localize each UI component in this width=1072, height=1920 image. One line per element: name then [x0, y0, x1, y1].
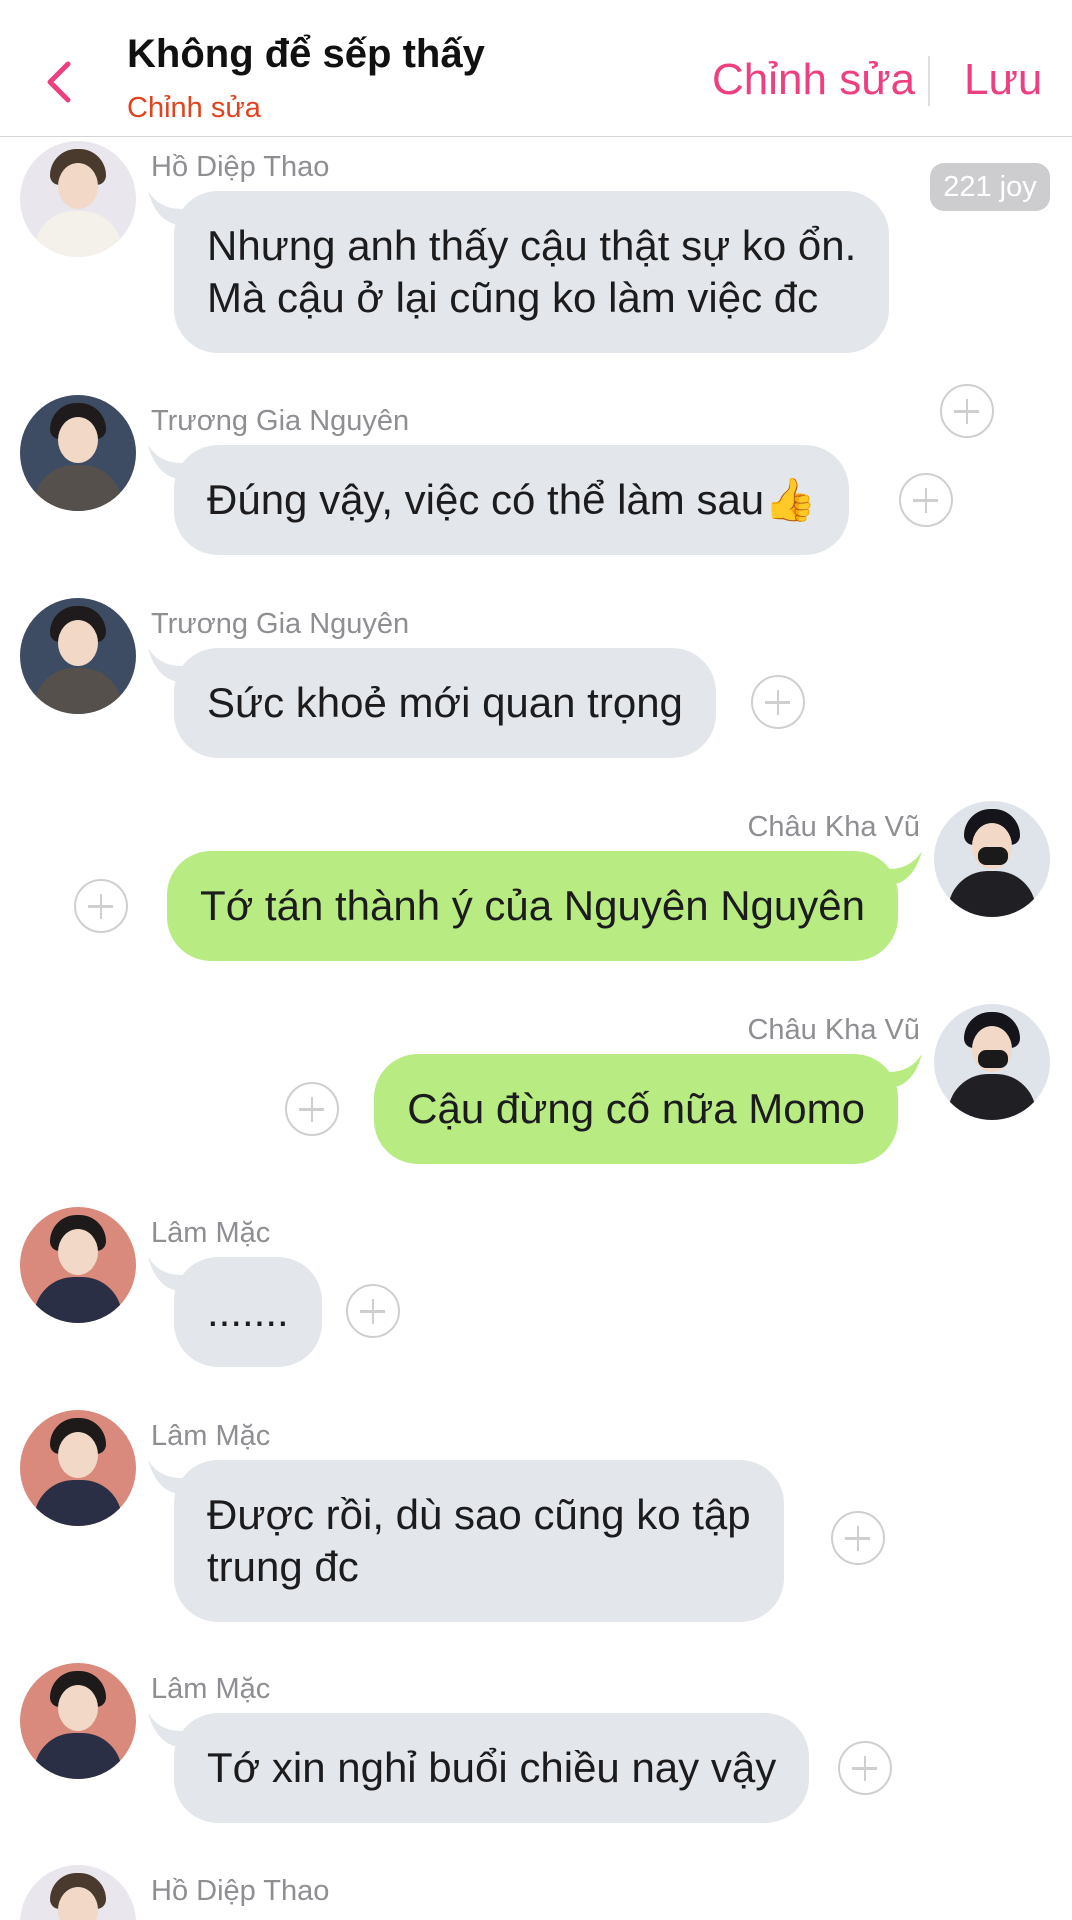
sender-name: Lâm Mặc — [151, 1673, 271, 1705]
avatar[interactable] — [20, 598, 136, 714]
sender-name: Trương Gia Nguyên — [151, 608, 410, 640]
avatar[interactable] — [20, 395, 136, 511]
sender-name: Trương Gia Nguyên — [151, 405, 410, 437]
header-divider — [928, 56, 930, 106]
sender-name: Châu Kha Vũ — [747, 1014, 920, 1046]
message-text: Tớ tán thành ý của Nguyên Nguyên — [200, 882, 865, 929]
message-bubble[interactable]: Cậu đừng cố nữa Momo — [374, 1054, 898, 1164]
message-text: Mà cậu ở lại cũng ko làm việc đc — [207, 274, 819, 321]
chevron-left-icon — [47, 61, 71, 103]
message-text: ....... — [207, 1288, 289, 1335]
edit-button[interactable]: Chỉnh sửa — [712, 55, 915, 105]
avatar[interactable] — [20, 1865, 136, 1920]
avatar[interactable] — [20, 1663, 136, 1779]
message-text: Tớ xin nghỉ buổi chiều nay vậy — [207, 1744, 777, 1791]
add-reaction-button[interactable] — [285, 1082, 339, 1136]
add-reaction-button[interactable] — [838, 1741, 892, 1795]
message-bubble[interactable]: Tớ tán thành ý của Nguyên Nguyên — [167, 851, 898, 961]
joy-badge[interactable]: 221 joy — [930, 163, 1050, 211]
message-bubble[interactable]: Nhưng anh thấy cậu thật sự ko ổn. Mà cậu… — [174, 191, 890, 353]
add-reaction-button[interactable] — [74, 879, 128, 933]
sender-name: Lâm Mặc — [151, 1217, 271, 1249]
back-button[interactable] — [28, 52, 88, 112]
message-text: trung đc — [207, 1543, 359, 1590]
avatar[interactable] — [20, 1410, 136, 1526]
save-button[interactable]: Lưu — [964, 55, 1042, 105]
avatar[interactable] — [934, 801, 1050, 917]
navigation-header: Không để sếp thấy Chỉnh sửa Chỉnh sửa Lư… — [0, 0, 1072, 137]
message-text: Được rồi, dù sao cũng ko tập — [207, 1491, 751, 1538]
message-bubble[interactable]: Tớ xin nghỉ buổi chiều nay vậy — [174, 1713, 810, 1823]
page-title: Không để sếp thấy — [127, 32, 485, 76]
add-reaction-button[interactable] — [346, 1284, 400, 1338]
message-text: Sức khoẻ mới quan trọng — [207, 679, 683, 726]
message-bubble[interactable]: Sức khoẻ mới quan trọng — [174, 648, 716, 758]
message-bubble[interactable]: ....... — [174, 1257, 322, 1367]
add-reaction-button[interactable] — [751, 675, 805, 729]
page-subtitle[interactable]: Chỉnh sửa — [127, 92, 261, 125]
sender-name: Hồ Diệp Thao — [151, 1875, 330, 1907]
sender-name: Hồ Diệp Thao — [151, 151, 330, 183]
sender-name: Lâm Mặc — [151, 1420, 271, 1452]
avatar[interactable] — [20, 1207, 136, 1323]
message-text: Nhưng anh thấy cậu thật sự ko ổn. — [207, 222, 857, 269]
message-bubble[interactable]: Đúng vậy, việc có thể làm sau👍 — [174, 445, 850, 555]
avatar[interactable] — [934, 1004, 1050, 1120]
message-text: Cậu đừng cố nữa Momo — [407, 1085, 865, 1132]
add-reaction-button[interactable] — [940, 384, 994, 438]
message-bubble[interactable]: Được rồi, dù sao cũng ko tập trung đc — [174, 1460, 784, 1622]
message-text: Đúng vậy, việc có thể làm sau👍 — [207, 476, 817, 523]
add-reaction-button[interactable] — [899, 473, 953, 527]
add-reaction-button[interactable] — [831, 1511, 885, 1565]
sender-name: Châu Kha Vũ — [747, 811, 920, 843]
chat-area[interactable]: Hồ Diệp Thao Nhưng anh thấy cậu thật sự … — [0, 0, 1072, 1920]
avatar[interactable] — [20, 141, 136, 257]
